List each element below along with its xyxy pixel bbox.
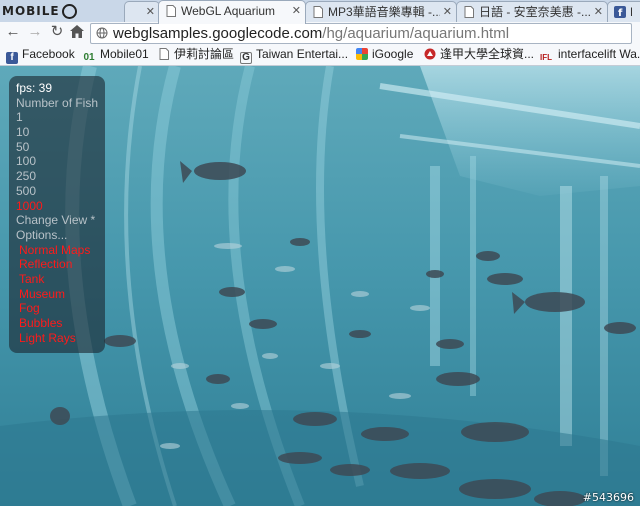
mobile01-logo: MOBILE (2, 2, 124, 20)
url-text: webglsamples.googlecode.com/hg/aquarium/… (113, 24, 509, 43)
facebook-icon: f (6, 52, 18, 64)
bookmark-label: 逢甲大學全球資... (440, 47, 535, 61)
option-tank[interactable]: Tank (16, 272, 98, 287)
fish-count-250[interactable]: 250 (16, 169, 98, 184)
reload-icon: ↻ (50, 23, 64, 40)
facebook-icon: f (614, 6, 626, 18)
close-icon[interactable]: ✕ (146, 2, 155, 22)
number-of-fish-label: Number of Fish (16, 95, 99, 110)
back-button[interactable]: ← (4, 23, 22, 41)
fish-count-500[interactable]: 500 (16, 184, 98, 199)
forward-arrow-icon: → (27, 23, 43, 40)
close-icon[interactable]: ✕ (292, 1, 301, 21)
watermark: #543696 (582, 491, 634, 504)
tab-strip: MOBILE ✕ WebGL Aquarium ✕ MP3華語音樂專輯 -...… (0, 0, 640, 24)
page-icon (159, 48, 169, 60)
tab-facebook[interactable]: f Fa (607, 1, 640, 23)
igoogle-icon (356, 48, 368, 60)
bookmark-interfacelift[interactable]: IFL interfacelift Wa... (538, 44, 640, 65)
bookmark-taiwan-ent[interactable]: G Taiwan Entertai... (240, 44, 348, 65)
fish-count-100[interactable]: 100 (16, 154, 98, 169)
fish-count-50[interactable]: 50 (16, 140, 98, 155)
tab-1[interactable]: ✕ (124, 1, 160, 23)
globe-icon (96, 27, 108, 39)
fish-count-10[interactable]: 10 (16, 125, 98, 140)
close-icon[interactable]: ✕ (594, 2, 603, 22)
options-toggle[interactable]: Options... (16, 228, 98, 243)
bookmark-igoogle[interactable]: iGoogle (356, 44, 413, 65)
page-icon (166, 5, 176, 17)
toolbar: ← → ↻ webglsamples.googlecode.com/hg/aqu… (0, 22, 640, 44)
svg-text:f: f (618, 8, 623, 18)
close-icon[interactable]: ✕ (443, 2, 452, 22)
tab-webgl-aquarium[interactable]: WebGL Aquarium ✕ (158, 0, 306, 24)
tab-title: WebGL Aquarium (181, 4, 276, 18)
tab-title: 日語 - 安室奈美惠 -... (479, 5, 591, 19)
forward-button[interactable]: → (26, 23, 44, 41)
url-path: /hg/aquarium/aquarium.html (322, 25, 510, 42)
option-fog[interactable]: Fog (16, 301, 98, 316)
bookmark-label: 伊莉討論區 (174, 47, 235, 61)
option-reflection[interactable]: Reflection (16, 257, 98, 272)
bookmark-label: Mobile01 (100, 47, 149, 61)
bookmark-eyny[interactable]: 伊莉討論區 (158, 44, 234, 65)
bookmark-label: interfacelift Wa... (558, 47, 640, 61)
bookmark-mobile01[interactable]: 01 Mobile01 (82, 44, 149, 65)
bookmark-label: iGoogle (372, 47, 414, 61)
mobile01-icon: 01 (83, 52, 95, 63)
option-normal-maps[interactable]: Normal Maps (16, 243, 98, 258)
ifl-icon: IFL (540, 53, 552, 62)
tab-title: MP3華語音樂專輯 -... (328, 5, 440, 19)
reload-button[interactable]: ↻ (48, 23, 66, 41)
page-icon (464, 6, 474, 18)
change-view-button[interactable]: Change View * (16, 213, 98, 228)
bookmark-facebook[interactable]: f Facebook (6, 44, 75, 65)
fish-count-1000[interactable]: 1000 (16, 199, 98, 214)
tab-japanese[interactable]: 日語 - 安室奈美惠 -... ✕ (456, 1, 608, 23)
back-arrow-icon: ← (5, 23, 21, 40)
url-domain: webglsamples.googlecode.com (113, 25, 323, 42)
bookmark-fcu[interactable]: 逢甲大學全球資... (424, 44, 534, 65)
fcu-icon (424, 48, 436, 60)
address-bar[interactable]: webglsamples.googlecode.com/hg/aquarium/… (90, 23, 632, 44)
bookmark-label: Facebook (22, 47, 75, 61)
bookmarks-bar: f Facebook 01 Mobile01 伊莉討論區 G Taiwan Enter… (0, 44, 640, 66)
tab-title: Fa (630, 2, 632, 22)
g-icon: G (240, 52, 252, 64)
home-button[interactable] (68, 23, 86, 41)
option-bubbles[interactable]: Bubbles (16, 316, 98, 331)
tab-mp3[interactable]: MP3華語音樂專輯 -... ✕ (305, 1, 457, 23)
page-icon (313, 6, 323, 18)
bookmark-label: Taiwan Entertai... (256, 47, 349, 61)
fps-label: fps: 39 (16, 81, 53, 95)
option-museum[interactable]: Museum (16, 287, 98, 302)
home-icon (70, 25, 84, 38)
option-light-rays[interactable]: Light Rays (16, 331, 98, 346)
controls-text: fps: 39 Number of Fish 1 10 50 100 250 5… (16, 81, 98, 345)
fish-count-1[interactable]: 1 (16, 110, 98, 125)
